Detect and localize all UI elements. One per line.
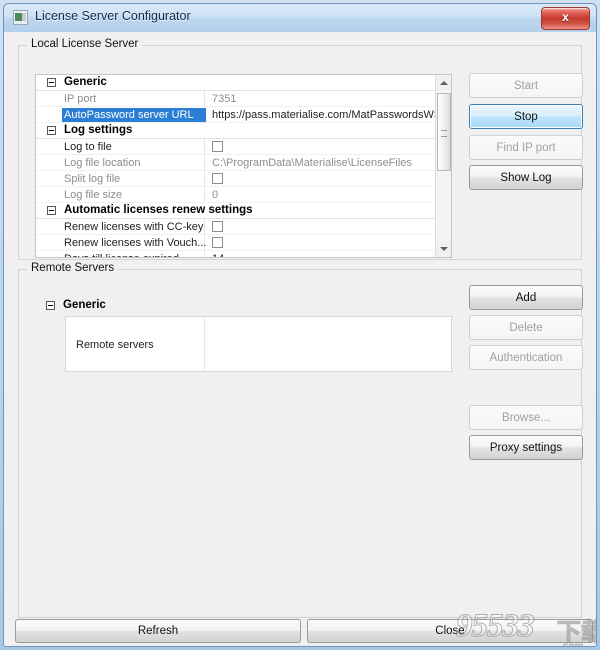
column-divider <box>204 155 205 170</box>
property-label: Log file size <box>64 189 123 201</box>
property-label: IP port <box>64 93 97 105</box>
property-value[interactable]: 7351 <box>212 93 236 105</box>
property-label: Log file location <box>64 157 141 169</box>
property-category-label: Log settings <box>64 124 133 136</box>
close-button[interactable]: Close <box>307 619 593 643</box>
property-label: Renew licenses with CC-key <box>64 221 204 233</box>
title-bar: License Server Configurator x <box>4 4 596 32</box>
property-checkbox[interactable] <box>212 221 223 232</box>
scroll-up-arrow-icon[interactable] <box>436 75 451 91</box>
find-ip-port-button[interactable]: Find IP port <box>469 135 583 160</box>
local-property-rows: Generic IP port 7351 AutoPassword server UR… <box>36 75 451 257</box>
column-divider <box>204 171 205 186</box>
property-checkbox[interactable] <box>212 141 223 152</box>
desktop-background: License Server Configurator x Local Lice… <box>0 0 600 650</box>
property-label: AutoPassword server URL <box>62 108 206 122</box>
property-row[interactable]: Log file location C:\ProgramData\Material… <box>36 155 451 171</box>
app-window: License Server Configurator x Local Lice… <box>3 3 597 647</box>
property-category-label: Generic <box>64 76 107 88</box>
local-property-grid[interactable]: Generic IP port 7351 AutoPassword server UR… <box>35 74 452 258</box>
property-checkbox[interactable] <box>212 237 223 248</box>
app-icon <box>13 10 28 25</box>
start-button[interactable]: Start <box>469 73 583 98</box>
refresh-button[interactable]: Refresh <box>15 619 301 643</box>
property-value[interactable]: 0 <box>212 189 218 201</box>
column-divider <box>204 317 205 371</box>
column-divider <box>204 251 205 257</box>
property-category-row[interactable]: Automatic licenses renew settings <box>36 203 451 219</box>
property-row[interactable]: Log to file <box>36 139 451 155</box>
property-label: Log to file <box>64 141 112 153</box>
column-divider <box>204 139 205 154</box>
property-label: Split log file <box>64 173 121 185</box>
remote-property-grid[interactable]: Generic Remote servers <box>35 298 452 373</box>
proxy-settings-button[interactable]: Proxy settings <box>469 435 583 460</box>
property-grid-scrollbar[interactable] <box>435 75 451 257</box>
collapse-expander-icon[interactable] <box>47 206 56 215</box>
column-divider <box>204 91 205 106</box>
show-log-button[interactable]: Show Log <box>469 165 583 190</box>
remote-category-label: Generic <box>63 299 106 311</box>
collapse-expander-icon[interactable] <box>46 301 55 310</box>
browse-button[interactable]: Browse... <box>469 405 583 430</box>
property-category-label: Automatic licenses renew settings <box>64 204 253 216</box>
property-row[interactable]: AutoPassword server URL https://pass.mate… <box>36 107 451 123</box>
property-row[interactable]: Renew licenses with CC-key <box>36 219 451 235</box>
delete-button[interactable]: Delete <box>469 315 583 340</box>
property-label: Days till license expired <box>64 253 179 257</box>
property-value[interactable]: 14 <box>212 253 224 257</box>
remote-servers-row[interactable]: Remote servers <box>65 316 452 372</box>
property-row[interactable]: Days till license expired 14 <box>36 251 451 257</box>
property-value[interactable]: C:\ProgramData\Materialise\LicenseFiles <box>212 157 412 169</box>
scrollbar-thumb[interactable] <box>437 93 451 171</box>
local-group-title: Local License Server <box>27 38 143 50</box>
stop-button[interactable]: Stop <box>469 104 583 129</box>
scroll-down-arrow-icon[interactable] <box>436 241 451 257</box>
remote-category-row[interactable]: Generic <box>35 298 452 315</box>
remote-group-title: Remote Servers <box>27 262 119 274</box>
property-row[interactable]: IP port 7351 <box>36 91 451 107</box>
dialog-client-area: Local License Server Generic IP port 7351 A… <box>4 32 596 646</box>
add-button[interactable]: Add <box>469 285 583 310</box>
column-divider <box>204 187 205 202</box>
property-row[interactable]: Renew licenses with Vouch... <box>36 235 451 251</box>
property-category-row[interactable]: Generic <box>36 75 451 91</box>
collapse-expander-icon[interactable] <box>47 78 56 87</box>
remote-servers-label: Remote servers <box>76 339 154 351</box>
collapse-expander-icon[interactable] <box>47 126 56 135</box>
close-window-button[interactable]: x <box>541 7 590 30</box>
authentication-button[interactable]: Authentication <box>469 345 583 370</box>
property-checkbox[interactable] <box>212 173 223 184</box>
close-icon: x <box>562 10 569 24</box>
column-divider <box>204 219 205 234</box>
window-title: License Server Configurator <box>35 9 191 23</box>
property-category-row[interactable]: Log settings <box>36 123 451 139</box>
property-value[interactable]: https://pass.materialise.com/MatPassword… <box>212 109 451 121</box>
property-row[interactable]: Log file size 0 <box>36 187 451 203</box>
property-label: Renew licenses with Vouch... <box>64 237 207 249</box>
property-row[interactable]: Split log file <box>36 171 451 187</box>
